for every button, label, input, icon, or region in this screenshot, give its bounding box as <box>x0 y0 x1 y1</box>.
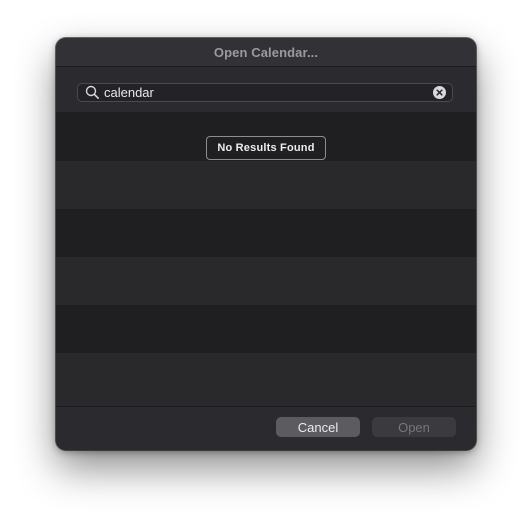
dialog-title: Open Calendar... <box>213 44 319 60</box>
search-field[interactable] <box>77 83 453 102</box>
search-icon <box>85 85 99 99</box>
open-button[interactable]: Open <box>372 417 456 437</box>
search-area <box>56 67 476 113</box>
cancel-button[interactable]: Cancel <box>276 417 360 437</box>
list-row <box>56 257 476 305</box>
list-row <box>56 161 476 209</box>
list-row <box>56 209 476 257</box>
results-list[interactable]: No Results Found <box>56 113 476 406</box>
no-results-badge: No Results Found <box>206 136 326 160</box>
dialog-titlebar[interactable]: Open Calendar... <box>56 38 476 67</box>
search-input[interactable] <box>104 84 424 101</box>
dialog-footer: Cancel Open <box>56 406 476 450</box>
open-calendar-dialog: Open Calendar... No Results Found Cancel… <box>56 38 476 450</box>
clear-search-icon[interactable] <box>433 86 446 99</box>
list-row <box>56 353 476 406</box>
list-row <box>56 305 476 353</box>
